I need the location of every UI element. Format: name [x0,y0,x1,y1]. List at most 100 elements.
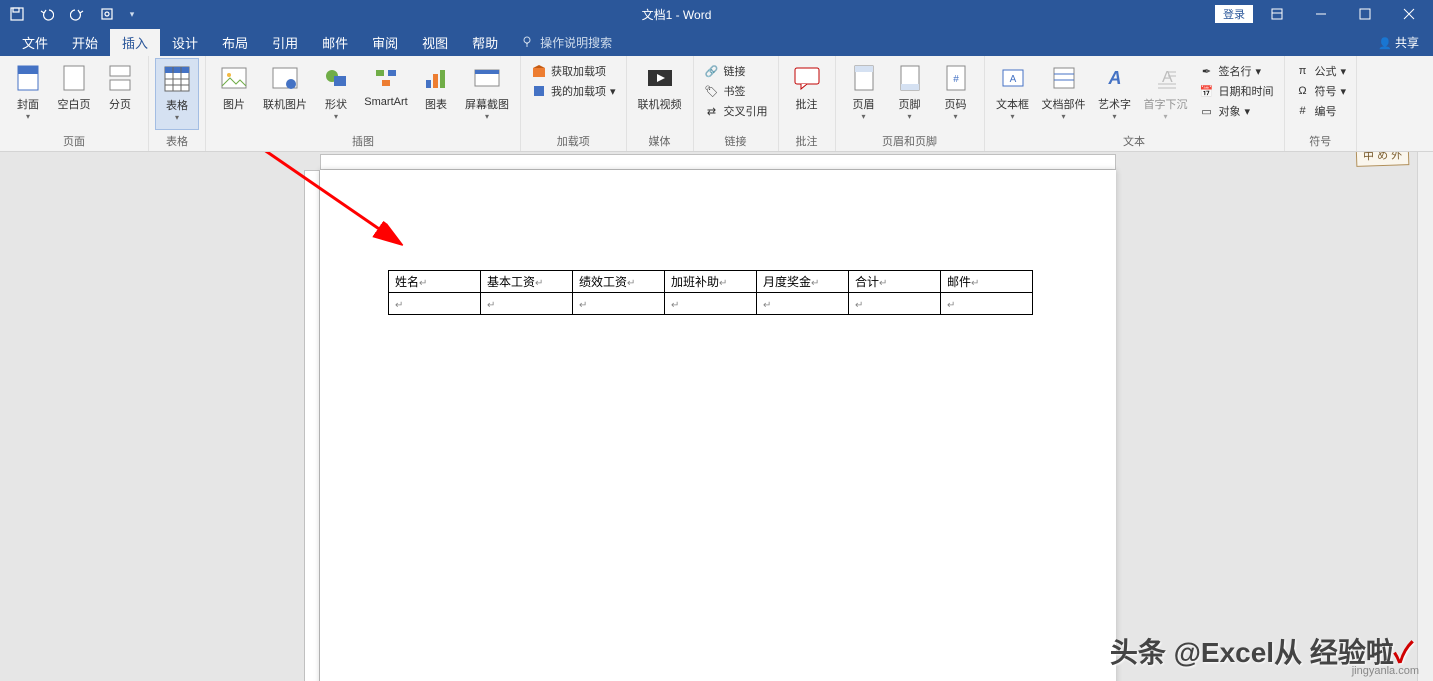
pagenum-button[interactable]: #页码▾ [934,58,978,130]
datetime-icon: 📅 [1199,83,1215,99]
document-table[interactable]: 姓名↵ 基本工资↵ 绩效工资↵ 加班补助↵ 月度奖金↵ 合计↵ 邮件↵ ↵ ↵ … [388,270,1033,315]
header-button[interactable]: 页眉▾ [842,58,886,130]
tab-mail[interactable]: 邮件 [310,29,360,56]
vertical-scrollbar[interactable] [1417,152,1433,681]
blank-page-button[interactable]: 空白页 [52,58,96,130]
table-cell[interactable]: 姓名↵ [389,271,481,293]
table-row[interactable]: ↵ ↵ ↵ ↵ ↵ ↵ ↵ [389,293,1033,315]
tab-home[interactable]: 开始 [60,29,110,56]
smartart-button[interactable]: SmartArt [360,58,412,130]
tab-review[interactable]: 审阅 [360,29,410,56]
table-cell[interactable]: 加班补助↵ [665,271,757,293]
table-cell[interactable]: 合计↵ [849,271,941,293]
tab-design[interactable]: 设计 [160,29,210,56]
minimize-button[interactable] [1301,0,1341,28]
redo-button[interactable] [66,3,88,25]
signature-line-button[interactable]: ✒签名行 ▾ [1195,62,1278,80]
tab-file[interactable]: 文件 [10,29,60,56]
tab-view[interactable]: 视图 [410,29,460,56]
number-button[interactable]: #编号 [1291,102,1351,120]
symbol-button[interactable]: Ω符号 ▾ [1291,82,1351,100]
group-pages: 封面▾ 空白页 分页 页面 [0,56,149,151]
tab-layout[interactable]: 布局 [210,29,260,56]
tell-me-search[interactable]: 操作说明搜索 [520,34,612,51]
ribbon-options-button[interactable] [1257,0,1297,28]
footer-button[interactable]: 页脚▾ [888,58,932,130]
object-button[interactable]: ▭对象 ▾ [1195,102,1278,120]
qat-customize-icon[interactable]: ▾ [126,3,138,25]
dropcap-button[interactable]: A首字下沉▾ [1139,58,1193,130]
quickparts-button[interactable]: 文档部件▾ [1037,58,1091,130]
group-addins: 获取加载项 我的加载项 ▾ 加载项 [521,56,627,151]
close-button[interactable] [1389,0,1429,28]
page-break-icon [104,62,136,94]
share-button[interactable]: 👤 共享 [1364,30,1433,55]
table-cell[interactable]: 绩效工资↵ [573,271,665,293]
table-cell[interactable]: ↵ [573,293,665,315]
group-pages-label: 页面 [6,131,142,151]
table-button[interactable]: 表格▾ [155,58,199,130]
table-cell[interactable]: ↵ [941,293,1033,315]
group-headerfooter: 页眉▾ 页脚▾ #页码▾ 页眉和页脚 [836,56,985,151]
equation-button[interactable]: π公式 ▾ [1291,62,1351,80]
get-addins-button[interactable]: 获取加载项 [527,62,620,80]
bookmark-button[interactable]: 🏷书签 [700,82,772,100]
table-row[interactable]: 姓名↵ 基本工资↵ 绩效工资↵ 加班补助↵ 月度奖金↵ 合计↵ 邮件↵ [389,271,1033,293]
horizontal-ruler[interactable] [320,154,1116,170]
pictures-button[interactable]: 图片 [212,58,256,130]
vertical-ruler[interactable] [304,170,320,681]
screenshot-icon [471,62,503,94]
equation-icon: π [1295,63,1311,79]
crossref-button[interactable]: ⇄交叉引用 [700,102,772,120]
group-illustrations-label: 插图 [212,131,514,151]
undo-button[interactable] [36,3,58,25]
datetime-button[interactable]: 📅日期和时间 [1195,82,1278,100]
tab-help[interactable]: 帮助 [460,29,510,56]
tell-me-label: 操作说明搜索 [540,34,612,51]
preview-button[interactable] [96,3,118,25]
table-cell[interactable]: ↵ [389,293,481,315]
group-links-label: 链接 [700,131,772,151]
page-break-button[interactable]: 分页 [98,58,142,130]
symbol-icon: Ω [1295,83,1311,99]
online-pictures-button[interactable]: 联机图片 [258,58,312,130]
document-title: 文档1 - Word [138,6,1215,23]
comment-button[interactable]: 批注 [785,58,829,130]
bookmark-icon: 🏷 [704,83,720,99]
table-cell[interactable]: 基本工资↵ [481,271,573,293]
table-icon [161,63,193,95]
header-icon [848,62,880,94]
save-button[interactable] [6,3,28,25]
chart-button[interactable]: 图表 [414,58,458,130]
my-addins-button[interactable]: 我的加载项 ▾ [527,82,620,100]
wordart-button[interactable]: A艺术字▾ [1093,58,1137,130]
group-tables: 表格▾ 表格 [149,56,206,151]
crossref-icon: ⇄ [704,103,720,119]
table-cell[interactable]: ↵ [757,293,849,315]
tab-insert[interactable]: 插入 [110,29,160,56]
table-cell[interactable]: ↵ [849,293,941,315]
group-media: 联机视频 媒体 [627,56,694,151]
online-pictures-icon [269,62,301,94]
link-button[interactable]: 🔗链接 [700,62,772,80]
table-cell[interactable]: ↵ [665,293,757,315]
document-page[interactable]: 姓名↵ 基本工资↵ 绩效工资↵ 加班补助↵ 月度奖金↵ 合计↵ 邮件↵ ↵ ↵ … [320,170,1116,681]
screenshot-button[interactable]: 屏幕截图▾ [460,58,514,130]
group-comments-label: 批注 [785,131,829,151]
wordart-icon: A [1099,62,1131,94]
table-cell[interactable]: ↵ [481,293,573,315]
title-bar: ▾ 文档1 - Word 登录 [0,0,1433,28]
online-video-button[interactable]: 联机视频 [633,58,687,130]
tab-references[interactable]: 引用 [260,29,310,56]
textbox-button[interactable]: A文本框▾ [991,58,1035,130]
video-icon [644,62,676,94]
login-button[interactable]: 登录 [1215,5,1253,23]
my-addins-icon [531,83,547,99]
table-cell[interactable]: 月度奖金↵ [757,271,849,293]
maximize-button[interactable] [1345,0,1385,28]
dropcap-icon: A [1150,62,1182,94]
cover-page-button[interactable]: 封面▾ [6,58,50,130]
table-cell[interactable]: 邮件↵ [941,271,1033,293]
watermark-url: jingyanla.com [1352,665,1419,677]
shapes-button[interactable]: 形状▾ [314,58,358,130]
